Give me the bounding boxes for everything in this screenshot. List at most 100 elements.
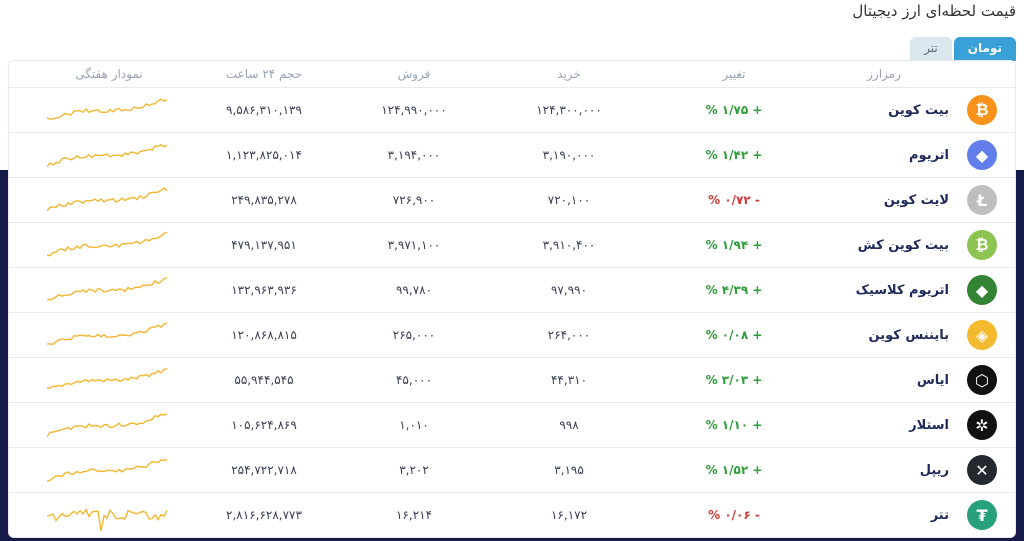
- change-value: % ۴/۳۹ +: [705, 283, 763, 297]
- litecoin-icon: Ł: [967, 185, 997, 215]
- sparkline-path: [47, 413, 168, 438]
- bitcoin-cash-icon: ₿: [967, 230, 997, 260]
- change-value: % ۰/۷۲ -: [708, 193, 760, 207]
- table-row[interactable]: ⬡ ایاس % ۳/۰۳ + ۴۴,۳۱۰ ۴۵,۰۰۰ ۵۵,۹۴۴,۵۴۵: [9, 358, 1015, 403]
- sparkline-path: [47, 276, 168, 301]
- sparkline-path: [47, 143, 168, 167]
- coin-name: لایت کوین: [883, 192, 949, 208]
- sparkline-path: [47, 322, 168, 346]
- volume-24h: ۹,۵۸۶,۳۱۰,۱۳۹: [226, 103, 302, 117]
- tab-toman[interactable]: تومان: [953, 37, 1016, 61]
- weekly-sparkline: [47, 98, 168, 120]
- tether-icon: ₮: [967, 500, 997, 530]
- price-table: رمزارز تغییر خرید فروش حجم ۲۴ ساعت نمودا…: [8, 60, 1016, 538]
- coin-name: بیت کوین: [888, 102, 949, 118]
- coin-name: بایننس کوین: [868, 327, 949, 343]
- sell-price: ۹۹,۷۸۰: [395, 283, 433, 297]
- sell-price: ۱۶,۲۱۴: [395, 508, 433, 522]
- sparkline-path: [47, 187, 168, 212]
- sparkline-path: [47, 458, 168, 482]
- coin-name: ریپل: [919, 462, 949, 478]
- sell-price: ۳,۲۰۲: [399, 463, 429, 477]
- buy-price: ۹۷,۹۹۰: [550, 283, 588, 297]
- buy-price: ۲۶۴,۰۰۰: [547, 328, 591, 342]
- change-value: % ۱/۷۵ +: [705, 103, 763, 117]
- buy-price: ۳,۱۹۰,۰۰۰: [542, 148, 596, 162]
- change-value: % ۱/۴۲ +: [705, 148, 763, 162]
- header-volume: حجم ۲۴ ساعت: [225, 67, 303, 81]
- weekly-sparkline: [47, 187, 168, 212]
- change-value: % ۰/۰۶ -: [708, 508, 760, 522]
- table-header: رمزارز تغییر خرید فروش حجم ۲۴ ساعت نمودا…: [9, 61, 1015, 88]
- coin-icon-cell: ₿: [959, 88, 1005, 132]
- weekly-sparkline: [47, 367, 168, 389]
- header-buy: خرید: [557, 67, 581, 81]
- page-title: قیمت لحظه‌ای ارز دیجیتال: [852, 2, 1016, 20]
- volume-24h: ۱۳۲,۹۶۳,۹۳۶: [231, 283, 297, 297]
- buy-price: ۳,۱۹۵: [554, 463, 584, 477]
- coin-name: استلار: [909, 417, 949, 433]
- volume-24h: ۱,۱۲۳,۸۲۵,۰۱۴: [226, 148, 302, 162]
- weekly-sparkline: [47, 458, 168, 482]
- buy-price: ۹۹۸: [559, 418, 579, 432]
- volume-24h: ۱۰۵,۶۲۴,۸۶۹: [231, 418, 297, 432]
- table-row[interactable]: Ł لایت کوین % ۰/۷۲ - ۷۲۰,۱۰۰ ۷۲۶,۹۰۰ ۲۴۹,۸۳۵,…: [9, 178, 1015, 223]
- weekly-sparkline: [47, 276, 168, 301]
- buy-price: ۷۲۰,۱۰۰: [547, 193, 591, 207]
- bitcoin-icon: ₿: [967, 95, 997, 125]
- sell-price: ۷۲۶,۹۰۰: [392, 193, 436, 207]
- currency-tabs: تومان تتر: [910, 37, 1016, 61]
- change-value: % ۱/۹۴ +: [705, 238, 763, 252]
- buy-price: ۳,۹۱۰,۴۰۰: [542, 238, 596, 252]
- ripple-icon: ✕: [967, 455, 997, 485]
- coin-icon-cell: ◆: [959, 133, 1005, 177]
- sell-price: ۳,۱۹۴,۰۰۰: [387, 148, 441, 162]
- header-change: تغییر: [722, 67, 746, 81]
- sparkline-path: [47, 508, 168, 532]
- table-row[interactable]: ◆ اتریوم % ۱/۴۲ + ۳,۱۹۰,۰۰۰ ۳,۱۹۴,۰۰۰ ۱,۱۲۳,۸…: [9, 133, 1015, 178]
- sparkline-path: [47, 367, 168, 389]
- change-value: % ۰/۰۸ +: [705, 328, 763, 342]
- change-value: % ۱/۱۰ +: [705, 418, 763, 432]
- volume-24h: ۴۷۹,۱۳۷,۹۵۱: [231, 238, 297, 252]
- volume-24h: ۲,۸۱۶,۶۲۸,۷۷۳: [226, 508, 302, 522]
- table-row[interactable]: ✕ ریپل % ۱/۵۲ + ۳,۱۹۵ ۳,۲۰۲ ۲۵۴,۷۲۲,۷۱۸: [9, 448, 1015, 493]
- table-row[interactable]: ✲ استلار % ۱/۱۰ + ۹۹۸ ۱,۰۱۰ ۱۰۵,۶۲۴,۸۶۹: [9, 403, 1015, 448]
- table-row[interactable]: ₿ بیت کوین % ۱/۷۵ + ۱۲۴,۳۰۰,۰۰۰ ۱۲۴,۹۹۰,۰۰۰ ۹…: [9, 88, 1015, 133]
- volume-24h: ۱۲۰,۸۶۸,۸۱۵: [231, 328, 297, 342]
- binance-coin-icon: ◈: [967, 320, 997, 350]
- buy-price: ۱۲۴,۳۰۰,۰۰۰: [536, 103, 602, 117]
- coin-icon-cell: ◈: [959, 313, 1005, 357]
- change-value: % ۳/۰۳ +: [705, 373, 763, 387]
- ethereum-classic-icon: ◆: [967, 275, 997, 305]
- table-row[interactable]: ◆ اتریوم کلاسیک % ۴/۳۹ + ۹۷,۹۹۰ ۹۹,۷۸۰ ۱۳۲,۹۶…: [9, 268, 1015, 313]
- coin-icon-cell: ✲: [959, 403, 1005, 447]
- sparkline-path: [47, 231, 168, 257]
- table-row[interactable]: ₮ تتر % ۰/۰۶ - ۱۶,۱۷۲ ۱۶,۲۱۴ ۲,۸۱۶,۶۲۸,۷۷۳: [9, 493, 1015, 537]
- header-market: رمزارز: [867, 67, 901, 81]
- coin-name: ایاس: [916, 372, 949, 388]
- coin-icon-cell: ⬡: [959, 358, 1005, 402]
- sell-price: ۴۵,۰۰۰: [395, 373, 433, 387]
- header-chart: نمودار هفتگی: [75, 67, 143, 81]
- eos-icon: ⬡: [967, 365, 997, 395]
- volume-24h: ۲۴۹,۸۳۵,۲۷۸: [231, 193, 297, 207]
- sell-price: ۲۶۵,۰۰۰: [392, 328, 436, 342]
- coin-name: اتریوم کلاسیک: [855, 282, 949, 298]
- tab-tether[interactable]: تتر: [910, 37, 952, 61]
- table-row[interactable]: ₿ بیت کوین کش % ۱/۹۴ + ۳,۹۱۰,۴۰۰ ۳,۹۷۱,۱۰۰ ۴۷…: [9, 223, 1015, 268]
- table-row[interactable]: ◈ بایننس کوین % ۰/۰۸ + ۲۶۴,۰۰۰ ۲۶۵,۰۰۰ ۱۲۰,۸۶…: [9, 313, 1015, 358]
- buy-price: ۱۶,۱۷۲: [550, 508, 588, 522]
- sell-price: ۱۲۴,۹۹۰,۰۰۰: [381, 103, 447, 117]
- stellar-icon: ✲: [967, 410, 997, 440]
- coin-icon-cell: ◆: [959, 268, 1005, 312]
- header-sell: فروش: [397, 67, 431, 81]
- change-value: % ۱/۵۲ +: [705, 463, 763, 477]
- weekly-sparkline: [47, 508, 168, 532]
- sparkline-path: [47, 98, 168, 120]
- coin-icon-cell: ₿: [959, 223, 1005, 267]
- sell-price: ۱,۰۱۰: [399, 418, 429, 432]
- ethereum-icon: ◆: [967, 140, 997, 170]
- sell-price: ۳,۹۷۱,۱۰۰: [387, 238, 441, 252]
- weekly-sparkline: [47, 231, 168, 257]
